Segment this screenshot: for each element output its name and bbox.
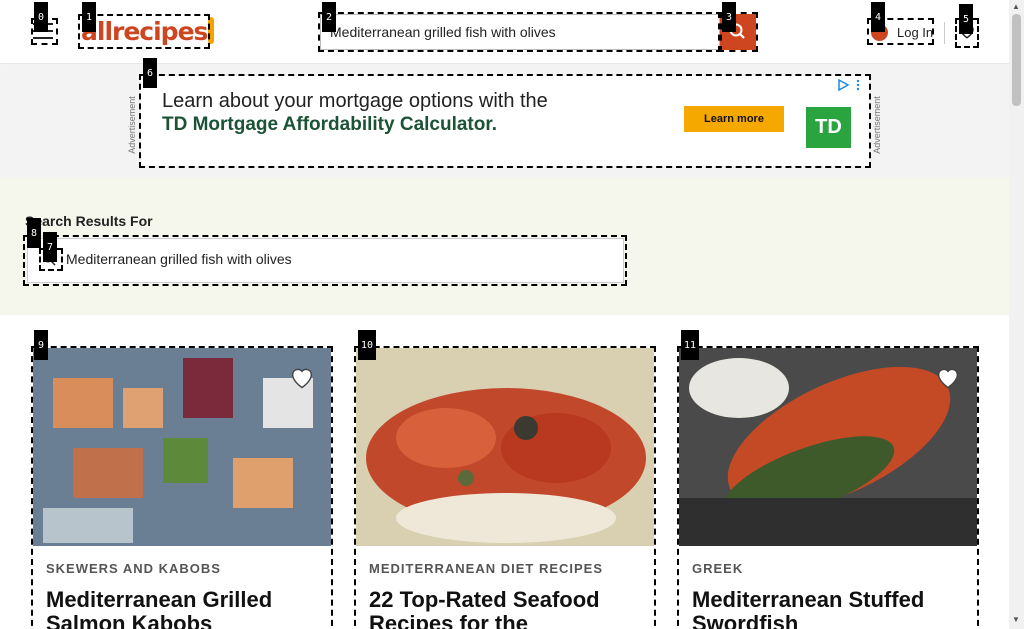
spoon-icon	[208, 17, 215, 44]
mark-tag-3: 3	[722, 2, 736, 32]
ad-side-label-left: Advertisement	[127, 96, 137, 154]
ad-subheadline: TD Mortgage Affordability Calculator.	[162, 114, 497, 136]
scroll-up-icon[interactable]: ▲	[1012, 2, 1020, 11]
mark-tag-10: 10	[358, 330, 376, 360]
results-heading: Search Results For	[25, 213, 153, 229]
login-label: Log In	[897, 24, 934, 40]
td-logo: TD	[806, 107, 851, 148]
recipe-image	[33, 348, 331, 546]
card-title[interactable]: 22 Top-Rated Seafood Recipes for the Med…	[369, 588, 641, 629]
card-category: SKEWERS AND KABOBS	[46, 561, 221, 576]
mark-tag-0: 0	[34, 2, 48, 32]
heart-icon[interactable]	[288, 363, 316, 391]
heart-icon[interactable]	[934, 363, 962, 391]
card-title[interactable]: Mediterranean Stuffed Swordfish	[692, 588, 964, 629]
recipe-image	[356, 348, 654, 546]
mark-tag-4: 4	[871, 2, 885, 32]
ad-subheadline-suffix: .	[491, 114, 497, 135]
card-title[interactable]: Mediterranean Grilled Salmon Kabobs	[46, 588, 318, 629]
recipe-image	[679, 348, 977, 546]
search-input[interactable]	[320, 14, 720, 50]
site-header: allrecipes Log In	[0, 0, 1009, 64]
mark-tag-5: 5	[959, 4, 973, 34]
mark-tag-2: 2	[322, 2, 336, 32]
scrollbar-thumb[interactable]	[1012, 14, 1021, 106]
card-category: GREEK	[692, 561, 744, 576]
ad-headline: Learn about your mortgage options with t…	[162, 90, 548, 112]
ad-learn-more-button[interactable]: Learn more	[684, 106, 784, 132]
mark-tag-8: 8	[27, 218, 41, 248]
adchoices-icon[interactable]	[838, 79, 862, 91]
results-query: Mediterranean grilled fish with olives	[66, 251, 292, 267]
logo-text: allrecipes	[81, 17, 208, 46]
mark-tag-11: 11	[681, 330, 699, 360]
mark-tag-9: 9	[34, 330, 48, 360]
scroll-down-icon[interactable]: ▼	[1012, 615, 1020, 624]
mark-tag-7: 7	[43, 232, 57, 262]
ad-side-label-right: Advertisement	[872, 96, 882, 154]
recipe-card[interactable]: MEDITERRANEAN DIET RECIPES 22 Top-Rated …	[356, 348, 654, 629]
card-category: MEDITERRANEAN DIET RECIPES	[369, 561, 604, 576]
recipe-card[interactable]: GREEK Mediterranean Stuffed Swordfish	[679, 348, 977, 629]
header-divider	[944, 22, 945, 44]
ad-subheadline-text: TD Mortgage Affordability Calculator	[162, 114, 492, 135]
allrecipes-logo[interactable]: allrecipes	[81, 17, 215, 46]
mark-tag-1: 1	[82, 2, 96, 32]
mark-tag-6: 6	[143, 58, 157, 88]
recipe-card[interactable]: SKEWERS AND KABOBS Mediterranean Grilled…	[33, 348, 331, 629]
